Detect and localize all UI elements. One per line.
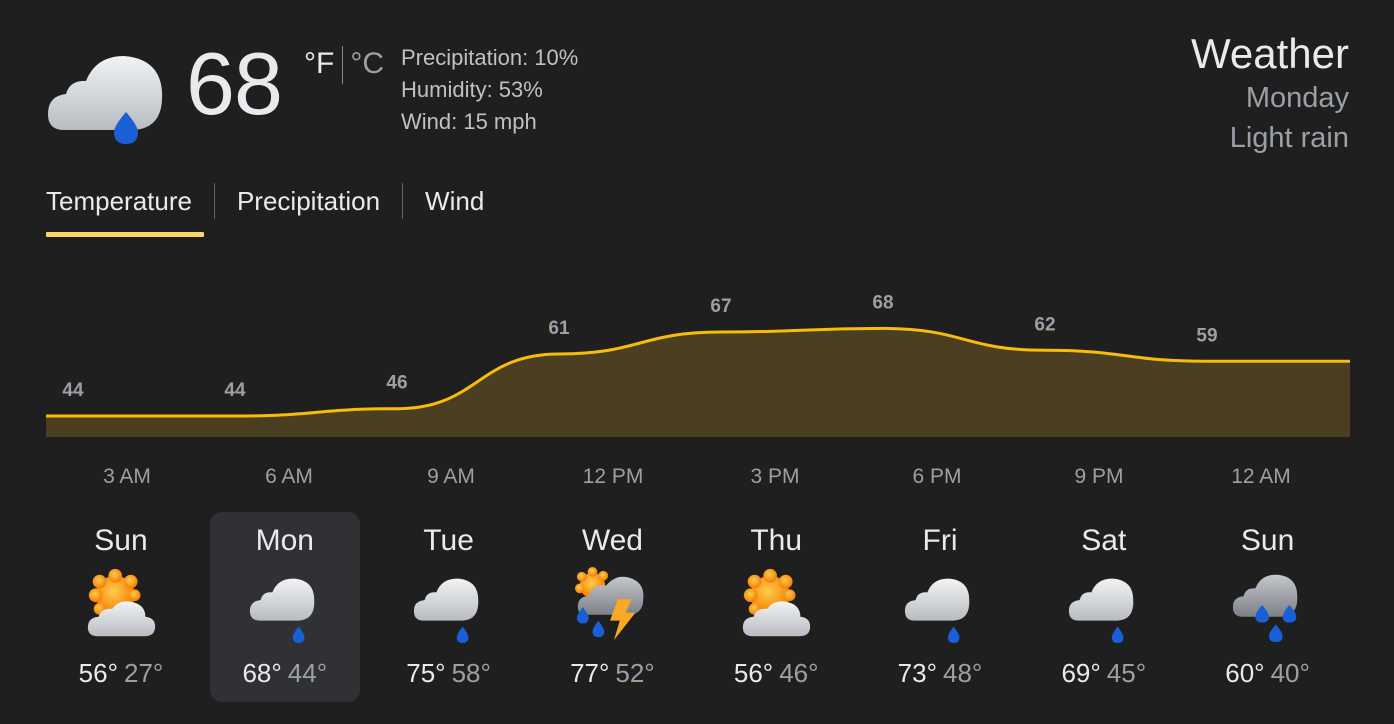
thunderstorm-icon	[573, 566, 651, 644]
day-name: Sun	[94, 524, 148, 557]
cloud-rain-icon	[901, 566, 979, 644]
day-temps: 68° 44°	[210, 658, 360, 688]
low-temp: 45°	[1106, 658, 1147, 688]
chart-value-label: 61	[548, 318, 570, 339]
cloud-rain-icon	[410, 566, 488, 644]
day-temps: 60° 40°	[1193, 658, 1343, 688]
selected-day: Monday	[1245, 82, 1349, 114]
day-temps: 77° 52°	[537, 658, 687, 688]
day-temps: 56° 27°	[46, 658, 196, 688]
daily-forecast: Sun 56° 27° Mon 68° 44° Tue 75° 58° Wed 77° 52° Thu 5…	[40, 512, 1354, 702]
precipitation-text: Precipitation: 10%	[401, 45, 579, 70]
day-name: Sat	[1081, 524, 1127, 557]
high-temp: 75°	[406, 658, 446, 688]
chart-value-label: 62	[1034, 314, 1055, 335]
forecast-day-sun[interactable]: Sun 56° 27°	[46, 512, 196, 702]
cloud-rain-icon	[1065, 566, 1143, 644]
chart-x-tick: 6 AM	[265, 465, 313, 488]
temperature-chart: 44 44 46 61 67 68 62 59 3 AM 6 AM 9 AM 12 PM 3 PM 6 …	[46, 292, 1350, 488]
forecast-day-fri[interactable]: Fri 73° 48°	[865, 512, 1015, 702]
chart-value-label: 46	[386, 373, 407, 394]
low-temp: 44°	[287, 658, 328, 688]
partly-cloudy-icon	[82, 566, 160, 644]
heavy-rain-icon	[1229, 566, 1307, 644]
low-temp: 46°	[779, 658, 819, 688]
tab-temperature[interactable]: Temperature	[46, 180, 192, 222]
high-temp: 68°	[242, 658, 282, 688]
low-temp: 40°	[1270, 658, 1310, 688]
forecast-day-mon[interactable]: Mon 68° 44°	[209, 512, 360, 702]
humidity-text: Humidity: 53%	[401, 77, 543, 102]
tab-divider	[213, 183, 215, 219]
condition-text: Light rain	[1229, 122, 1349, 154]
forecast-day-sun[interactable]: Sun 60° 40°	[1193, 512, 1343, 702]
tab-wind[interactable]: Wind	[425, 180, 484, 222]
day-name: Wed	[581, 524, 643, 557]
chart-value-label: 59	[1196, 325, 1217, 346]
high-temp: 77°	[570, 658, 610, 688]
day-temps: 73° 48°	[865, 658, 1015, 688]
chart-x-tick: 6 PM	[912, 465, 961, 488]
chart-x-tick: 12 AM	[1231, 465, 1291, 488]
weather-title: Weather	[1191, 30, 1349, 77]
day-temps: 56° 46°	[701, 658, 851, 688]
day-name: Fri	[922, 524, 958, 557]
unit-toggle: °F °C	[304, 44, 384, 84]
chart-x-tick: 3 PM	[750, 465, 799, 488]
wind-text: Wind: 15 mph	[401, 109, 537, 134]
fahrenheit-button[interactable]: °F	[304, 44, 334, 84]
high-temp: 69°	[1061, 658, 1101, 688]
chart-value-label: 68	[872, 292, 893, 313]
tab-divider	[402, 183, 404, 219]
low-temp: 27°	[124, 658, 164, 688]
high-temp: 56°	[78, 658, 118, 688]
day-temps: 75° 58°	[374, 658, 524, 688]
high-temp: 73°	[897, 658, 937, 688]
day-temps: 69° 45°	[1029, 658, 1179, 688]
active-tab-indicator	[46, 232, 204, 237]
high-temp: 60°	[1225, 658, 1265, 688]
cloud-rain-icon	[246, 566, 324, 644]
day-name: Sun	[1240, 524, 1295, 557]
partly-cloudy-icon	[737, 566, 815, 644]
forecast-day-sat[interactable]: Sat 69° 45°	[1029, 512, 1179, 702]
current-temperature: 68	[186, 34, 283, 133]
high-temp: 56°	[733, 658, 774, 688]
chart-x-tick: 9 AM	[427, 465, 475, 488]
tab-precipitation[interactable]: Precipitation	[237, 180, 380, 222]
chart-x-tick: 9 PM	[1074, 465, 1123, 488]
day-name: Mon	[255, 524, 314, 557]
forecast-day-thu[interactable]: Thu 56° 46°	[701, 512, 851, 702]
day-name: Thu	[750, 524, 803, 557]
current-details: Precipitation: 10% Humidity: 53% Wind: 1…	[401, 42, 578, 138]
celsius-button[interactable]: °C	[350, 44, 384, 84]
chart-value-label: 44	[62, 380, 84, 401]
chart-tabs: Temperature Precipitation Wind	[46, 180, 484, 222]
day-name: Tue	[423, 524, 474, 557]
cloud-rain-icon	[44, 28, 168, 148]
low-temp: 48°	[943, 658, 983, 688]
weather-summary: Weather Monday Light rain	[1191, 30, 1349, 158]
chart-value-label: 67	[710, 296, 731, 317]
forecast-day-tue[interactable]: Tue 75° 58°	[374, 512, 524, 702]
low-temp: 52°	[615, 658, 655, 688]
forecast-day-wed[interactable]: Wed 77° 52°	[537, 512, 687, 702]
chart-value-label: 44	[224, 380, 246, 401]
chart-x-tick: 3 AM	[103, 465, 151, 488]
low-temp: 58°	[451, 658, 491, 688]
chart-x-tick: 12 PM	[583, 465, 644, 488]
unit-divider	[342, 46, 344, 84]
